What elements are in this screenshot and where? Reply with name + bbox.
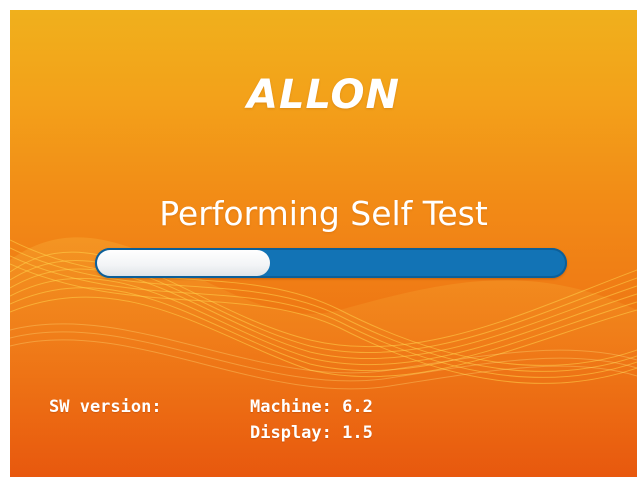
self-test-status: Performing Self Test <box>159 194 488 233</box>
self-test-progress-bar <box>95 248 567 278</box>
display-version: Display: 1.5 <box>250 423 373 443</box>
sw-row-display: Display: 1.5 <box>49 420 373 446</box>
software-version-info: SW version: Machine: 6.2 Display: 1.5 <box>49 394 373 446</box>
progress-bar-fill <box>97 250 270 276</box>
self-test-screen: ALLON Performing Self Test SW version: M… <box>10 10 637 477</box>
sw-row-machine: SW version: Machine: 6.2 <box>49 394 373 420</box>
sw-version-label: SW version: <box>49 397 162 417</box>
allon-logo: ALLON <box>247 72 400 118</box>
machine-version: Machine: 6.2 <box>250 397 373 417</box>
